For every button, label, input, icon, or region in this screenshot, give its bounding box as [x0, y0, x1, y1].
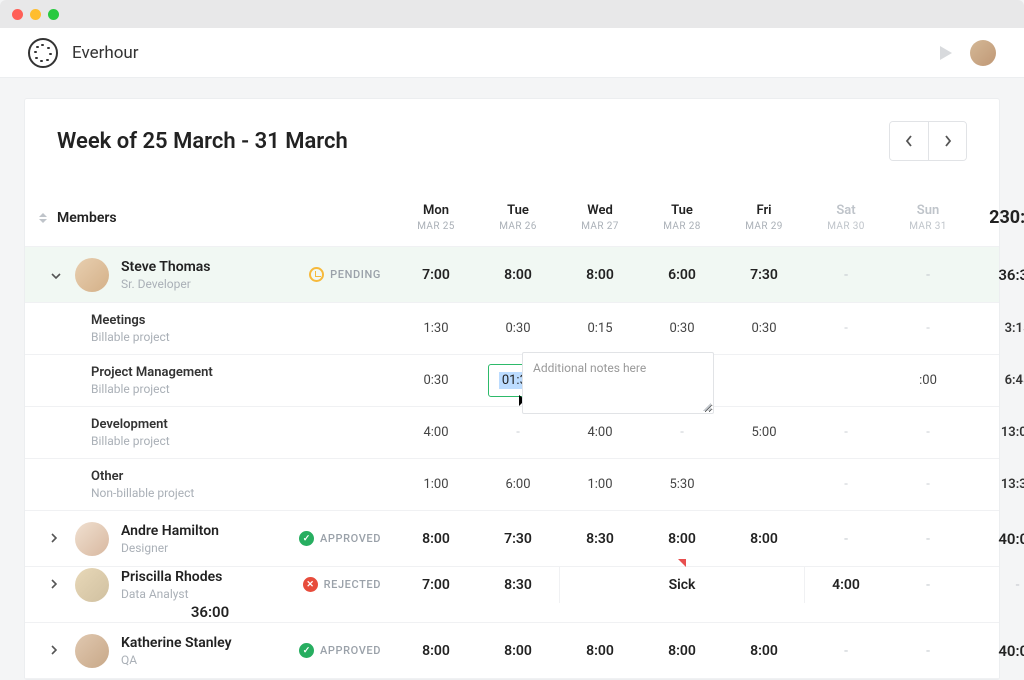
col-fri: FriMAR 29	[723, 203, 805, 232]
task-row-pm: Project ManagementBillable project 0:30 …	[25, 355, 999, 407]
member-row-katherine[interactable]: Katherine StanleyQA ✓APPROVED 8:00 8:00 …	[25, 623, 999, 679]
window-max-dot[interactable]	[48, 9, 59, 20]
app-header: Everhour	[0, 28, 1024, 78]
approved-icon: ✓	[299, 531, 314, 546]
app-title: Everhour	[72, 43, 139, 63]
table-header-row: Members MonMAR 25 TueMAR 26 WedMAR 27 Tu…	[25, 189, 999, 247]
notes-placeholder: Additional notes here	[533, 361, 646, 375]
avatar	[75, 568, 109, 602]
member-row-andre[interactable]: Andre HamiltonDesigner ✓APPROVED 8:00 7:…	[25, 511, 999, 567]
browser-titlebar	[0, 0, 1024, 28]
page-title: Week of 25 March - 31 March	[57, 129, 348, 154]
timesheet-card: Week of 25 March - 31 March Members MonM…	[24, 98, 1000, 680]
member-row-steve[interactable]: Steve Thomas Sr. Developer PENDING 7:00 …	[25, 247, 999, 303]
alert-flag-icon	[678, 559, 686, 567]
sort-icon[interactable]	[39, 213, 47, 223]
timesheet-table: Members MonMAR 25 TueMAR 26 WedMAR 27 Tu…	[25, 189, 999, 679]
week-nav	[889, 121, 967, 161]
week-total: 230:00	[969, 207, 1024, 228]
col-sat: SatMAR 30	[805, 203, 887, 232]
collapse-icon[interactable]	[51, 268, 63, 282]
rejected-icon: ✕	[303, 577, 318, 592]
pending-icon	[309, 267, 324, 282]
app-logo-icon	[28, 38, 58, 68]
status-badge: PENDING	[309, 267, 389, 282]
member-row-priscilla[interactable]: Priscilla RhodesData Analyst ✕REJECTED 7…	[25, 567, 999, 623]
task-row-meetings: MeetingsBillable project 1:30 0:30 0:15 …	[25, 303, 999, 355]
window-min-dot[interactable]	[30, 9, 41, 20]
sick-cell[interactable]: Sick	[559, 567, 805, 603]
members-col-label: Members	[57, 210, 117, 226]
expand-icon[interactable]	[51, 578, 63, 592]
user-avatar[interactable]	[970, 40, 996, 66]
next-week-button[interactable]	[928, 122, 966, 160]
expand-icon[interactable]	[51, 644, 63, 658]
avatar	[75, 522, 109, 556]
prev-week-button[interactable]	[890, 122, 928, 160]
notes-popup[interactable]: Additional notes here	[522, 352, 714, 414]
task-row-other: OtherNon-billable project 1:00 6:00 1:00…	[25, 459, 999, 511]
col-thu: TueMAR 28	[641, 203, 723, 232]
col-wed: WedMAR 27	[559, 203, 641, 232]
task-row-dev: DevelopmentBillable project 4:00 - 4:00 …	[25, 407, 999, 459]
col-tue: TueMAR 26	[477, 203, 559, 232]
col-mon: MonMAR 25	[395, 203, 477, 232]
expand-icon[interactable]	[51, 532, 63, 546]
col-sun: SunMAR 31	[887, 203, 969, 232]
avatar	[75, 634, 109, 668]
window-close-dot[interactable]	[12, 9, 23, 20]
avatar	[75, 258, 109, 292]
approved-icon: ✓	[299, 643, 314, 658]
play-icon[interactable]	[940, 46, 952, 60]
